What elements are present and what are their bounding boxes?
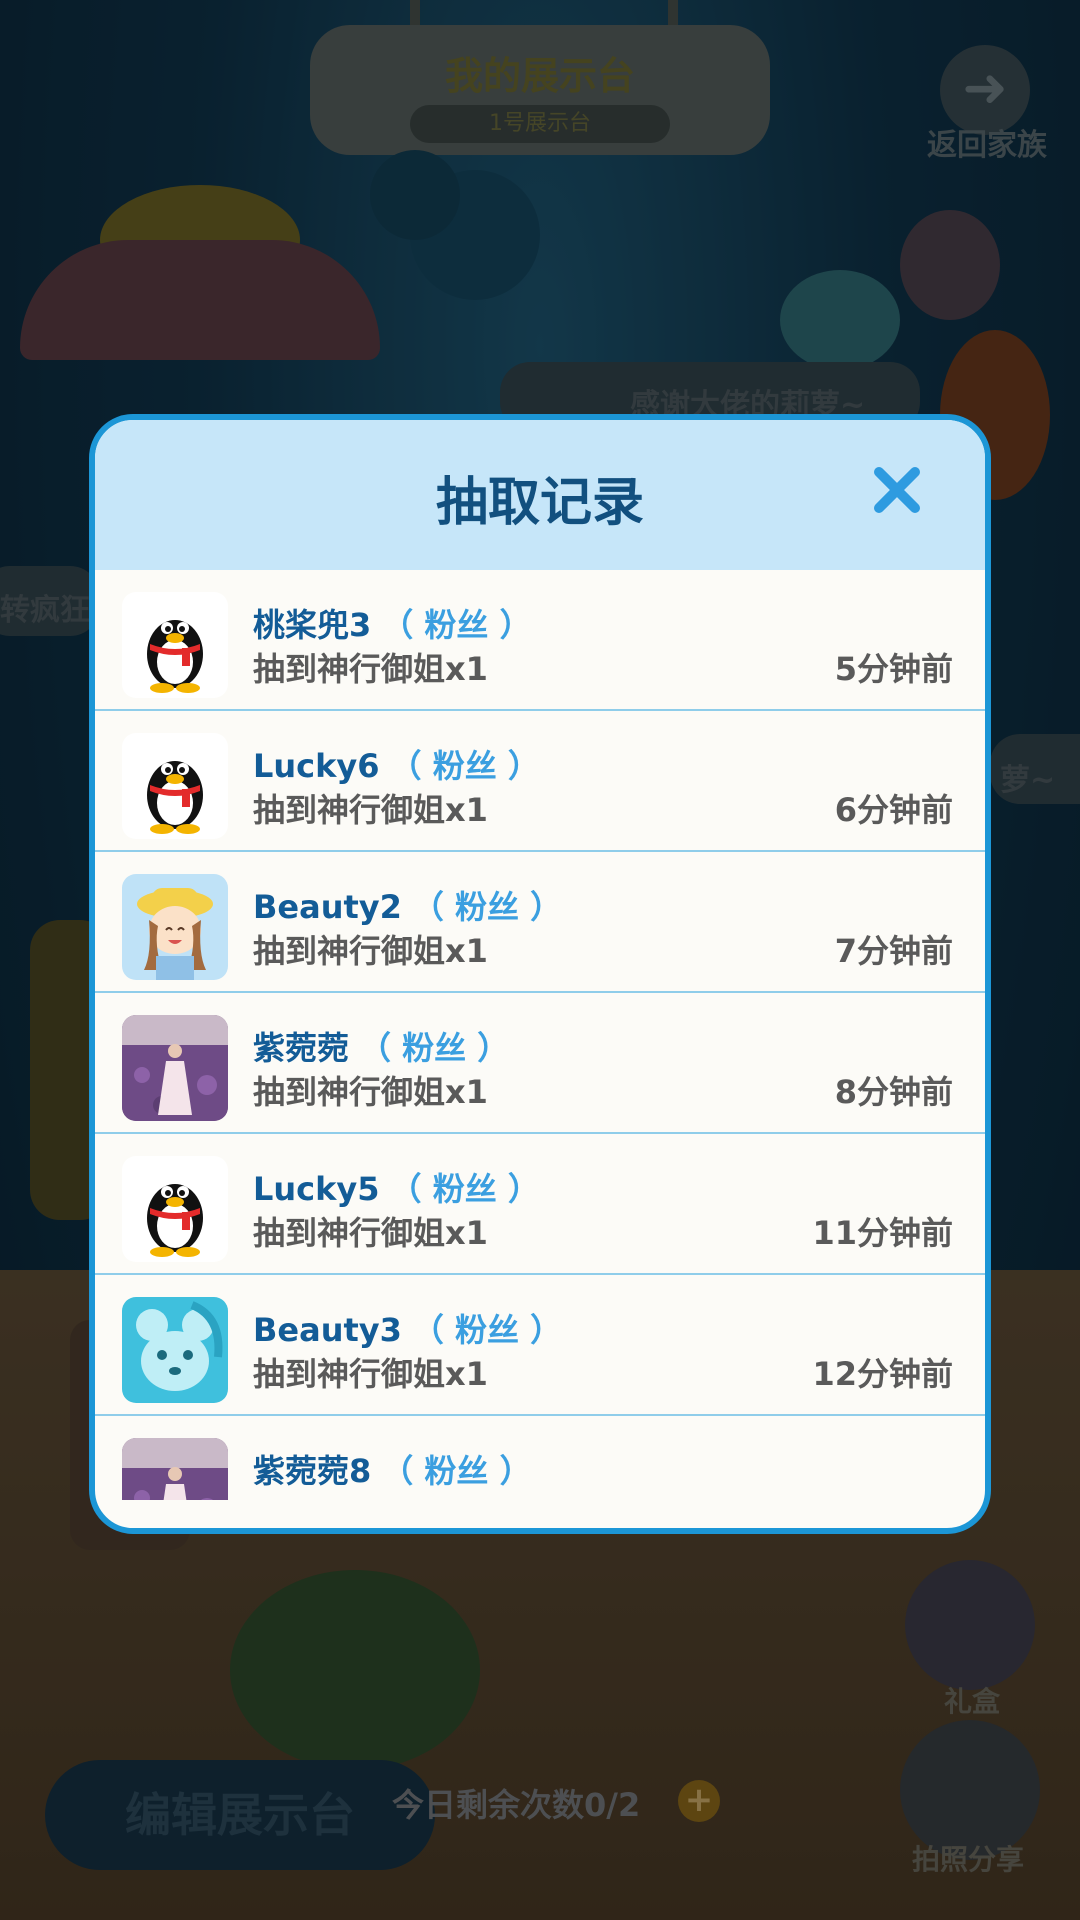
list-item: Beauty2 （ 粉丝 ） 抽到神行御姐x1 7分钟前	[95, 852, 985, 993]
user-name: Lucky6 （ 粉丝 ）	[253, 747, 540, 785]
draw-result: 抽到神行御姐x1	[253, 650, 488, 688]
qq-penguin-icon	[122, 1156, 228, 1262]
draw-result: 抽到神行御姐x1	[253, 1073, 488, 1111]
lavender-field-photo	[122, 1015, 228, 1121]
user-name: Beauty2 （ 粉丝 ）	[253, 888, 563, 926]
cyan-bear-icon	[122, 1297, 228, 1403]
list-item: 紫菀菀8 （ 粉丝 ）	[95, 1416, 985, 1500]
fan-tag: （ 粉丝 ）	[381, 606, 532, 644]
fan-tag: （ 粉丝 ）	[389, 747, 540, 785]
timestamp: 11分钟前	[812, 1214, 953, 1252]
draw-result: 抽到神行御姐x1	[253, 791, 488, 829]
timestamp: 12分钟前	[812, 1355, 953, 1393]
user-name: Lucky5 （ 粉丝 ）	[253, 1170, 540, 1208]
fan-tag: （ 粉丝 ）	[381, 1452, 532, 1490]
user-name: 紫菀菀8 （ 粉丝 ）	[253, 1452, 532, 1490]
fan-tag: （ 粉丝 ）	[411, 1311, 563, 1349]
list-item: 紫菀菀（ 粉丝 ） 抽到神行御姐x1 8分钟前	[95, 993, 985, 1134]
dialog-header: 抽取记录	[95, 420, 985, 570]
user-name: 紫菀菀（ 粉丝 ）	[253, 1029, 510, 1067]
draw-result: 抽到神行御姐x1	[253, 1214, 488, 1252]
cartoon-girl-icon	[122, 874, 228, 980]
draw-result: 抽到神行御姐x1	[253, 932, 488, 970]
timestamp: 7分钟前	[834, 932, 953, 970]
fan-tag: （ 粉丝 ）	[359, 1029, 510, 1067]
lavender-field-photo	[122, 1438, 228, 1500]
timestamp: 6分钟前	[834, 791, 953, 829]
timestamp: 8分钟前	[834, 1073, 953, 1111]
dialog-title: 抽取记录	[435, 473, 644, 533]
list-item: Beauty3 （ 粉丝 ） 抽到神行御姐x1 12分钟前	[95, 1275, 985, 1416]
qq-penguin-icon	[122, 733, 228, 839]
user-name: Beauty3 （ 粉丝 ）	[253, 1311, 563, 1349]
fan-tag: （ 粉丝 ）	[411, 888, 563, 926]
timestamp: 5分钟前	[834, 650, 953, 688]
user-name: 桃桨兜3 （ 粉丝 ）	[253, 606, 532, 644]
fan-tag: （ 粉丝 ）	[389, 1170, 540, 1208]
list-item: 桃桨兜3 （ 粉丝 ） 抽到神行御姐x1 5分钟前	[95, 570, 985, 711]
qq-penguin-icon	[122, 592, 228, 698]
draw-result: 抽到神行御姐x1	[253, 1355, 488, 1393]
records-list[interactable]: 桃桨兜3 （ 粉丝 ） 抽到神行御姐x1 5分钟前 Lucky6 （ 粉丝 ） 抽到…	[95, 570, 985, 1500]
close-icon[interactable]	[867, 460, 927, 520]
list-item: Lucky5 （ 粉丝 ） 抽到神行御姐x1 11分钟前	[95, 1134, 985, 1275]
list-item: Lucky6 （ 粉丝 ） 抽到神行御姐x1 6分钟前	[95, 711, 985, 852]
draw-records-dialog: 抽取记录 桃桨兜3 （ 粉丝 ） 抽到神行御姐x1 5分钟前 Lucky6 （ 粉丝…	[89, 414, 991, 1534]
